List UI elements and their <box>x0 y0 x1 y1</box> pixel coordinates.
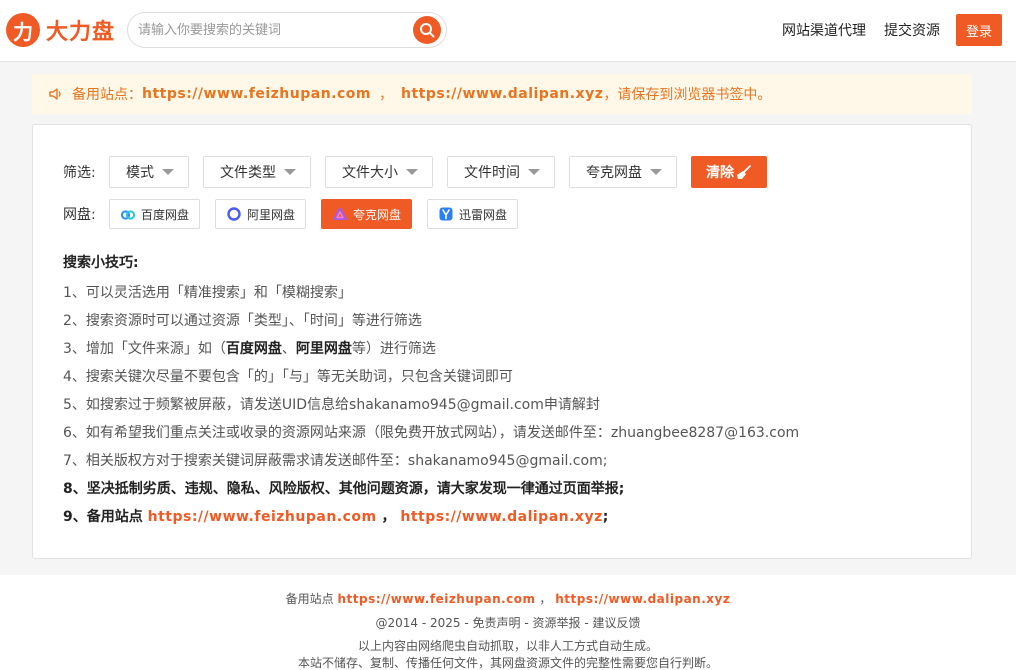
backup-site-notice: 备用站点： https://www.feizhupan.com ， https:… <box>32 74 972 114</box>
caret-down-icon <box>162 169 174 175</box>
search-input[interactable] <box>138 13 408 47</box>
notice-url-feizhupan[interactable]: https://www.feizhupan.com <box>142 86 371 102</box>
dropdown-label: 文件时间 <box>464 165 520 181</box>
clear-label: 清除 <box>706 165 734 181</box>
tip-3: 3、增加「文件来源」如（百度网盘、阿里网盘等）进行筛选 <box>63 335 943 363</box>
caret-down-icon <box>650 169 662 175</box>
baidu-cloud-icon <box>120 210 136 220</box>
xunlei-drive-icon <box>439 207 453 221</box>
tip-9: 9、备用站点 https://www.feizhupan.com ， https… <box>63 503 943 531</box>
tip-7: 7、相关版权方对于搜索关键词屏蔽需求请发送邮件至：shakanamo945@gm… <box>63 453 608 469</box>
disk-xunlei-button[interactable]: 迅雷网盘 <box>427 199 519 229</box>
tip-9-url-dalipan[interactable]: https://www.dalipan.xyz <box>400 509 602 525</box>
disk-item-label: 迅雷网盘 <box>459 207 508 222</box>
dropdown-label: 夸克网盘 <box>586 165 642 181</box>
file-time-dropdown[interactable]: 文件时间 <box>447 156 555 188</box>
tip-2: 2、搜索资源时可以通过资源「类型」、「时间」等进行筛选 <box>63 313 422 329</box>
search-button[interactable] <box>413 16 441 44</box>
tip-3-mid: 、 <box>281 341 296 357</box>
disk-item-label: 夸克网盘 <box>353 207 402 222</box>
logo-text: 大力盘 <box>46 20 116 45</box>
tip-8: 8、坚决抵制劣质、违规、隐私、风险版权、其他问题资源，请大家发现一律通过页面举报… <box>63 481 625 497</box>
tip-3-prefix: 3、增加「文件来源」如（ <box>63 341 226 357</box>
footer-note-storage: 本站不储存、复制、传播任何文件，其网盘资源文件的完整性需要您自行判断。 <box>297 656 718 670</box>
notice-separator: ， <box>378 87 393 103</box>
notice-prefix: 备用站点： <box>72 87 142 103</box>
tip-6: 6、如有希望我们重点关注或收录的资源网站来源（限免费开放式网站），请发送邮件至：… <box>63 425 800 441</box>
tip-5: 5、如搜索过于频繁被屏蔽，请发送UID信息给shakanamo945@gmail… <box>63 397 600 413</box>
search-tips: 搜索小技巧: 1、可以灵活选用「精准搜索」和「模糊搜索」 2、搜索资源时可以通过… <box>63 251 943 531</box>
disk-source-dropdown[interactable]: 夸克网盘 <box>569 156 677 188</box>
tip-3-aliyun: 阿里网盘 <box>295 341 352 357</box>
footer-separator: ， <box>539 592 552 606</box>
disk-row: 网盘: 百度网盘 阿里网盘 夸克网盘 迅雷网盘 <box>63 199 533 229</box>
file-type-dropdown[interactable]: 文件类型 <box>203 156 311 188</box>
broom-icon <box>737 165 751 179</box>
footer-disclaimer-link[interactable]: 免责声明 <box>473 616 521 630</box>
quark-drive-icon <box>333 207 347 220</box>
file-size-dropdown[interactable]: 文件大小 <box>325 156 433 188</box>
tip-4: 4、搜索关键次尽量不要包含「的」「与」等无关助词，只包含关键词即可 <box>63 369 513 385</box>
tips-title: 搜索小技巧: <box>63 255 139 271</box>
disk-aliyun-button[interactable]: 阿里网盘 <box>215 199 307 229</box>
disk-label: 网盘: <box>63 207 96 223</box>
aliyun-drive-icon <box>227 207 241 221</box>
footer-url-dalipan[interactable]: https://www.dalipan.xyz <box>555 592 730 606</box>
logo-mark-icon: 力 <box>6 13 40 47</box>
disk-quark-button[interactable]: 夸克网盘 <box>321 199 413 229</box>
caret-down-icon <box>528 169 540 175</box>
disk-baidu-button[interactable]: 百度网盘 <box>109 199 201 229</box>
notice-suffix: ，请保存到浏览器书签中。 <box>603 87 772 103</box>
search-panel: 筛选: 模式 文件类型 文件大小 文件时间 夸克网盘 清除 网盘: 百度网盘 阿… <box>32 124 972 559</box>
top-header: 力 大力盘 网站渠道代理 提交资源 登录 <box>0 0 1016 62</box>
login-button[interactable]: 登录 <box>956 14 1002 46</box>
footer-report-link[interactable]: 资源举报 <box>532 616 580 630</box>
tip-3-suffix: 等）进行筛选 <box>351 341 436 357</box>
footer-dash: - <box>520 616 533 630</box>
filter-row: 筛选: 模式 文件类型 文件大小 文件时间 夸克网盘 清除 <box>63 156 767 188</box>
dropdown-label: 文件类型 <box>220 165 276 181</box>
dropdown-label: 模式 <box>126 165 154 181</box>
nav-submit-resource[interactable]: 提交资源 <box>884 20 940 40</box>
footer-backup-label: 备用站点 <box>285 592 334 606</box>
footer-dash: - <box>580 616 593 630</box>
search-box <box>127 12 447 48</box>
footer-links-line: @2014 - 2025 - 免责声明 - 资源举报 - 建议反馈 <box>0 614 1016 631</box>
nav-channel-agent[interactable]: 网站渠道代理 <box>782 20 866 40</box>
tip-9-suffix: ; <box>602 509 609 525</box>
footer-feedback-link[interactable]: 建议反馈 <box>592 616 640 630</box>
tip-9-separator: ， <box>376 509 401 525</box>
page-footer: 备用站点 https://www.feizhupan.com ， https:/… <box>0 575 1016 670</box>
footer-note-crawler: 以上内容由网络爬虫自动抓取，以非人工方式自动生成。 <box>357 639 658 653</box>
tip-3-baidu: 百度网盘 <box>225 341 282 357</box>
dropdown-label: 文件大小 <box>342 165 398 181</box>
footer-copyright: @2014 - 2025 - <box>375 616 473 630</box>
mode-dropdown[interactable]: 模式 <box>109 156 189 188</box>
disk-item-label: 阿里网盘 <box>247 207 296 222</box>
clear-filters-button[interactable]: 清除 <box>691 156 767 188</box>
tip-1: 1、可以灵活选用「精准搜索」和「模糊搜索」 <box>63 285 352 301</box>
tip-9-url-feizhupan[interactable]: https://www.feizhupan.com <box>148 509 377 525</box>
site-logo[interactable]: 力 大力盘 <box>6 12 115 48</box>
notice-url-dalipan[interactable]: https://www.dalipan.xyz <box>401 86 603 102</box>
speaker-icon <box>49 88 61 100</box>
search-icon <box>420 23 435 38</box>
footer-url-feizhupan[interactable]: https://www.feizhupan.com <box>337 592 535 606</box>
caret-down-icon <box>284 169 296 175</box>
caret-down-icon <box>406 169 418 175</box>
filter-label: 筛选: <box>63 165 96 181</box>
disk-item-label: 百度网盘 <box>141 207 190 222</box>
footer-backup-line: 备用站点 https://www.feizhupan.com ， https:/… <box>0 590 1016 607</box>
tip-9-prefix: 9、备用站点 <box>63 509 148 525</box>
